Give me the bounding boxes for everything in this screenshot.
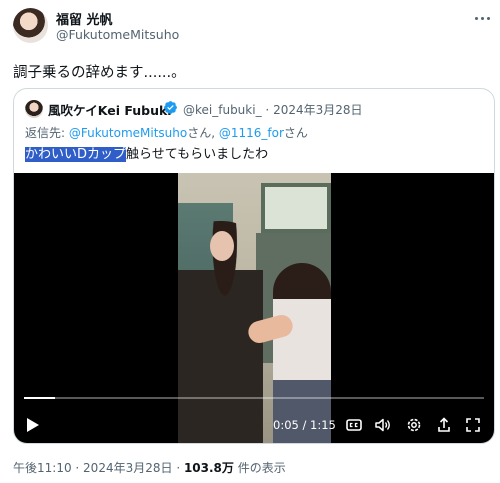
video-time-separator: / (298, 418, 311, 432)
fullscreen-icon[interactable] (464, 416, 482, 434)
quoted-author-handle[interactable]: @kei_fubuki_ (183, 103, 262, 117)
video-time-current: 0:05 (273, 418, 299, 432)
captions-icon[interactable] (345, 416, 363, 434)
quoted-text: かわいいDカップ触らせてもらいましたわ (25, 143, 268, 162)
post-time[interactable]: 午後11:10 (13, 461, 72, 475)
reply-mention-2[interactable]: @1116_for (219, 126, 284, 140)
post-footer: 午後11:10 · 2024年3月28日 · 103.8万 件の表示 (13, 459, 286, 476)
volume-icon[interactable] (374, 416, 392, 434)
video-time-total: 1:15 (310, 418, 336, 432)
quoted-tweet-card[interactable]: 風吹ケイKei Fubuki @kei_fubuki_ · 2024年3月28日… (13, 88, 495, 444)
quoted-text-rest: 触らせてもらいましたわ (126, 147, 269, 162)
footer-separator-1: · (71, 461, 84, 475)
quoted-text-selection: かわいいDカップ (25, 147, 127, 162)
quoted-author-display-name[interactable]: 風吹ケイKei Fubuki (48, 100, 172, 119)
reply-prefix: 返信先: (25, 126, 69, 140)
views-label: 件の表示 (233, 461, 286, 475)
play-icon[interactable] (26, 417, 40, 433)
footer-separator-2: · (172, 461, 184, 475)
meta-separator: · (265, 103, 270, 117)
reply-joiner-2: さん (283, 126, 308, 140)
quoted-date[interactable]: 2024年3月28日 (273, 103, 362, 117)
author-handle[interactable]: @FukutomeMitsuho (56, 27, 179, 42)
reply-to-line: 返信先: @FukutomeMitsuhoさん, @1116_forさん (25, 124, 308, 141)
video-progress-fill (24, 397, 55, 399)
video-progress-bar[interactable] (24, 397, 484, 399)
reply-joiner-1: さん, (187, 126, 219, 140)
post-date[interactable]: 2024年3月28日 (83, 461, 172, 475)
more-icon[interactable] (474, 10, 490, 26)
quoted-author-avatar[interactable] (25, 100, 43, 118)
quoted-meta: @kei_fubuki_ · 2024年3月28日 (183, 101, 363, 118)
share-icon[interactable] (435, 416, 453, 434)
tweet-text: 調子乗るの辞めます......。 (13, 65, 186, 81)
author-avatar[interactable] (13, 8, 48, 43)
video-frame (178, 173, 331, 443)
video-time: 0:05 / 1:15 (273, 418, 336, 432)
verified-badge-icon (163, 100, 178, 115)
reply-mention-1[interactable]: @FukutomeMitsuho (69, 126, 187, 140)
author-display-name[interactable]: 福留 光帆 (56, 9, 113, 28)
video-player[interactable]: 0:05 / 1:15 (14, 173, 494, 443)
settings-icon[interactable] (405, 416, 423, 434)
post: 福留 光帆 @FukutomeMitsuho 調子乗るの辞めます......。 … (0, 0, 500, 483)
views-count: 103.8万 (183, 461, 234, 475)
